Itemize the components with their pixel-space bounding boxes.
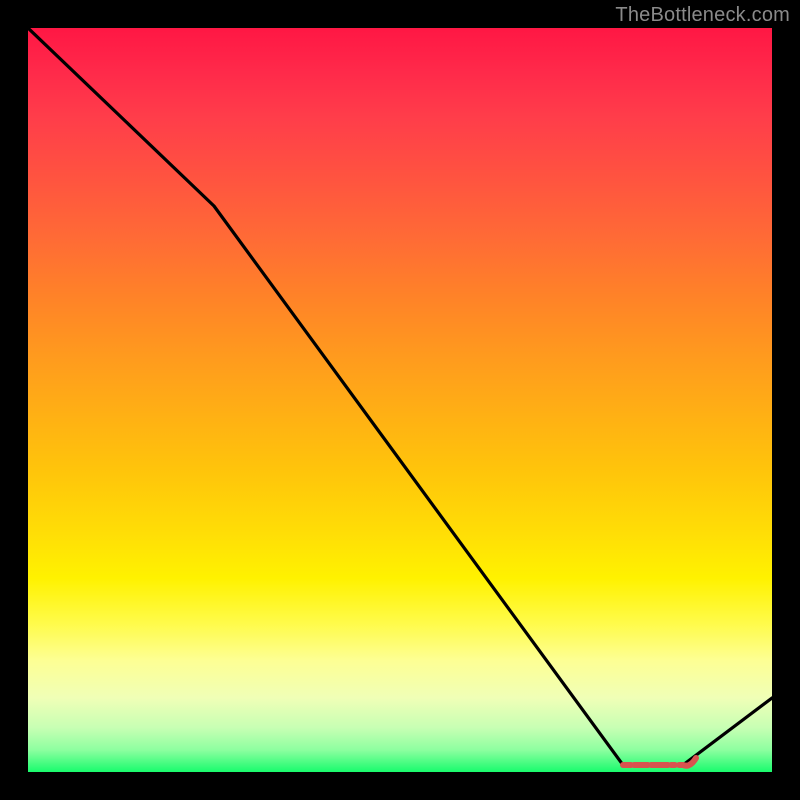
- chart-svg: [28, 28, 772, 772]
- bottleneck-curve: [28, 28, 772, 765]
- chart-stage: TheBottleneck.com: [0, 0, 800, 800]
- plot-area: [28, 28, 772, 772]
- watermark-text: TheBottleneck.com: [615, 4, 790, 27]
